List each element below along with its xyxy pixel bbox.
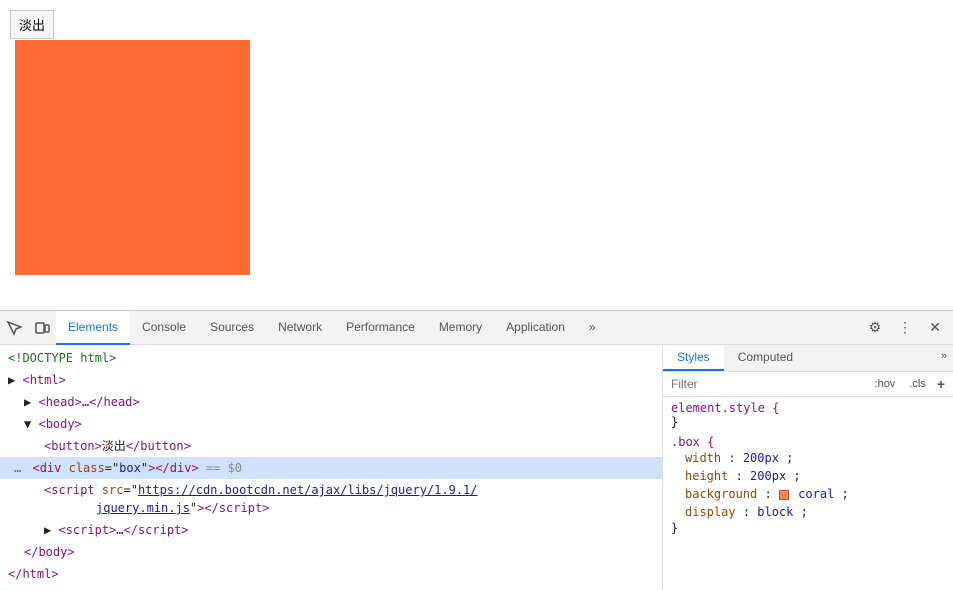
tab-network[interactable]: Network	[266, 311, 334, 345]
styles-panel: Styles Computed » :hov .cls + element.st…	[663, 345, 953, 590]
box-height[interactable]: height : 200px ;	[671, 467, 945, 485]
element-style-close: }	[671, 415, 945, 429]
device-toolbar-icon[interactable]	[28, 314, 56, 342]
tab-sources[interactable]: Sources	[198, 311, 266, 345]
script-src-link2[interactable]: jquery.min.js	[96, 501, 190, 515]
inspect-element-icon[interactable]	[0, 314, 28, 342]
devtools-toolbar: Elements Console Sources Network Perform…	[0, 311, 953, 345]
box-width[interactable]: width : 200px ;	[671, 449, 945, 467]
element-style-selector: element.style {	[671, 401, 945, 415]
three-dots: …	[14, 461, 21, 475]
color-swatch-coral[interactable]	[779, 490, 789, 500]
cls-button[interactable]: .cls	[902, 375, 933, 393]
dom-html[interactable]: ▶ <html>	[0, 369, 662, 391]
fade-button[interactable]: 淡出	[10, 10, 54, 39]
tab-computed[interactable]: Computed	[724, 345, 807, 371]
more-options-icon[interactable]: ⋮	[891, 314, 919, 342]
script-src-line2: jquery.min.js"></script>	[44, 501, 269, 515]
hov-button[interactable]: :hov	[868, 375, 903, 393]
devtools-toolbar-right: ⚙ ⋮ ✕	[861, 314, 953, 342]
dom-div-box[interactable]: … <div class="box"></div> == $0	[0, 457, 662, 479]
tab-more[interactable]: »	[577, 311, 608, 345]
styles-content[interactable]: element.style { } .box { width : 200px	[663, 397, 953, 590]
tab-performance[interactable]: Performance	[334, 311, 427, 345]
dom-head[interactable]: ▶ <head>…</head>	[0, 391, 662, 413]
box-rule: .box { width : 200px ; height : 200px ;	[671, 435, 945, 535]
tab-elements[interactable]: Elements	[56, 311, 130, 345]
body-triangle[interactable]: ▼	[24, 417, 31, 431]
styles-filter-input[interactable]	[667, 375, 868, 393]
styles-tabs: Styles Computed »	[663, 345, 953, 372]
box-display[interactable]: display : block ;	[671, 503, 945, 521]
devtools-panel: Elements Console Sources Network Perform…	[0, 310, 953, 590]
styles-more-button[interactable]: »	[935, 345, 953, 371]
tab-application[interactable]: Application	[494, 311, 577, 345]
dom-body-open[interactable]: ▼ <body>	[0, 413, 662, 435]
dom-script1[interactable]: <script src="https://cdn.bootcdn.net/aja…	[0, 479, 662, 519]
tab-console[interactable]: Console	[130, 311, 198, 345]
dom-button[interactable]: <button>淡出</button>	[0, 435, 662, 457]
orange-box	[15, 40, 250, 275]
script-src-link[interactable]: https://cdn.bootcdn.net/ajax/libs/jquery…	[138, 483, 478, 497]
dom-doctype: <!DOCTYPE html>	[0, 347, 662, 369]
head-triangle[interactable]: ▶	[24, 395, 31, 409]
box-background[interactable]: background : coral ;	[671, 485, 945, 503]
box-selector: .box {	[671, 435, 945, 449]
page-area: 淡出	[0, 0, 953, 310]
script2-triangle[interactable]: ▶	[44, 523, 51, 537]
dom-script2[interactable]: ▶ <script>…</script>	[0, 519, 662, 541]
equals-marker: == $0	[206, 461, 242, 475]
settings-icon[interactable]: ⚙	[861, 314, 889, 342]
close-devtools-icon[interactable]: ✕	[921, 314, 949, 342]
tab-memory[interactable]: Memory	[427, 311, 494, 345]
styles-filter-bar: :hov .cls +	[663, 372, 953, 397]
add-style-button[interactable]: +	[933, 374, 949, 394]
devtools-main: <!DOCTYPE html> ▶ <html> ▶ <head>…</head…	[0, 345, 953, 590]
tab-styles[interactable]: Styles	[663, 345, 724, 371]
element-style-rule: element.style { }	[671, 401, 945, 429]
dom-body-close: </body>	[0, 541, 662, 563]
dom-panel[interactable]: <!DOCTYPE html> ▶ <html> ▶ <head>…</head…	[0, 345, 663, 590]
html-triangle[interactable]: ▶	[8, 373, 15, 387]
dom-html-close: </html>	[0, 563, 662, 585]
box-close: }	[671, 521, 945, 535]
